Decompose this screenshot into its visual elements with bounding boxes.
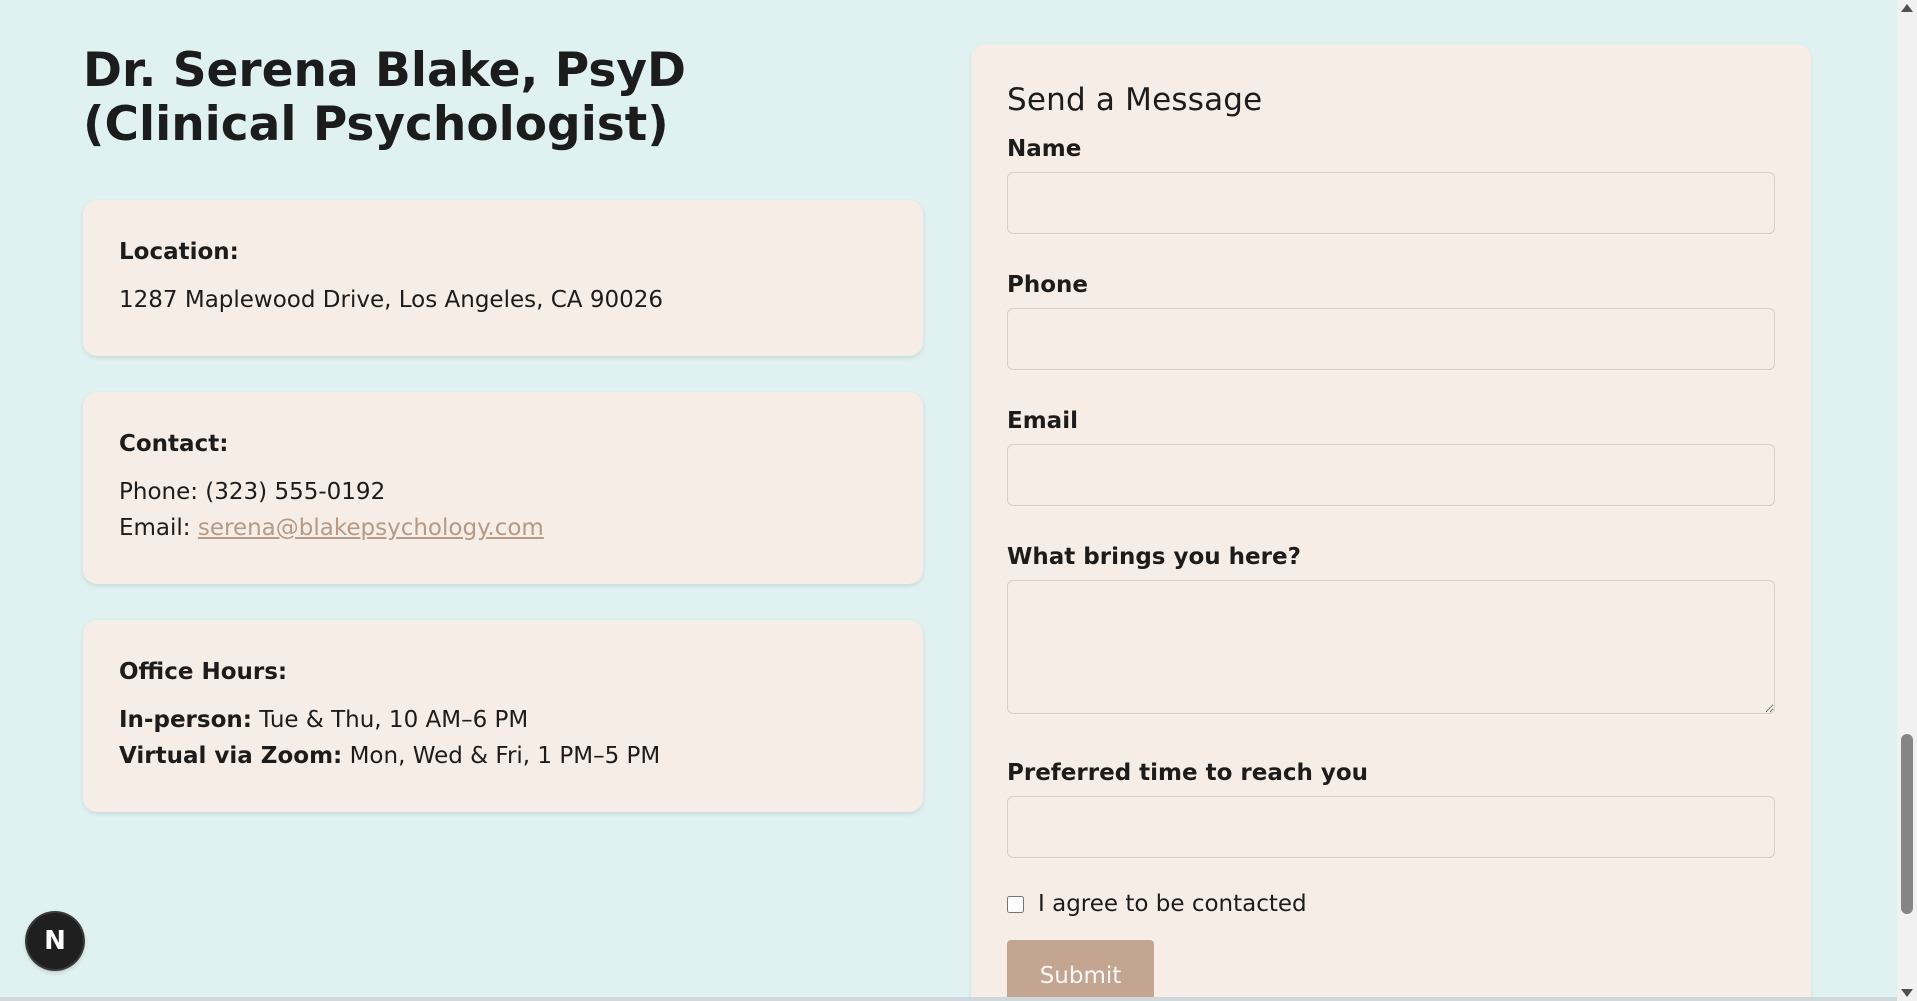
preferred-time-input[interactable] bbox=[1007, 796, 1775, 858]
reason-label: What brings you here? bbox=[1007, 544, 1301, 570]
office-hours-card: Office Hours: In-person: Tue & Thu, 10 A… bbox=[83, 620, 923, 812]
scroll-up-arrow-icon[interactable] bbox=[1901, 4, 1913, 12]
hours-inperson-value: Tue & Thu, 10 AM–6 PM bbox=[251, 707, 529, 733]
page: Dr. Serena Blake, PsyD (Clinical Psychol… bbox=[0, 0, 1917, 1001]
window-bottom-edge bbox=[0, 997, 1897, 1001]
hours-inperson: In-person: Tue & Thu, 10 AM–6 PM bbox=[119, 702, 887, 738]
email-label: Email bbox=[1007, 408, 1078, 434]
page-title: Dr. Serena Blake, PsyD (Clinical Psychol… bbox=[83, 43, 687, 152]
location-address: 1287 Maplewood Drive, Los Angeles, CA 90… bbox=[119, 287, 663, 313]
hours-virtual-label: Virtual via Zoom: bbox=[119, 743, 343, 769]
office-hours-heading: Office Hours: bbox=[119, 659, 288, 685]
contact-email-line: Email: serena@blakepsychology.com bbox=[119, 510, 887, 546]
phone-label: Phone bbox=[1007, 272, 1089, 298]
hours-virtual-value: Mon, Wed & Fri, 1 PM–5 PM bbox=[342, 743, 661, 769]
contact-email-prefix: Email: bbox=[119, 515, 198, 541]
submit-button[interactable]: Submit bbox=[1007, 940, 1154, 1001]
contact-card: Contact: Phone: (323) 555-0192 Email: se… bbox=[83, 392, 923, 584]
hours-virtual: Virtual via Zoom: Mon, Wed & Fri, 1 PM–5… bbox=[119, 738, 887, 774]
location-heading: Location: bbox=[119, 239, 239, 265]
preferred-time-label: Preferred time to reach you bbox=[1007, 760, 1369, 786]
scrollbar-thumb[interactable] bbox=[1901, 734, 1913, 914]
hours-inperson-label: In-person: bbox=[119, 707, 252, 733]
agree-label: I agree to be contacted bbox=[1038, 891, 1307, 917]
vertical-scrollbar[interactable] bbox=[1897, 0, 1917, 1001]
agree-row: I agree to be contacted bbox=[1007, 888, 1775, 920]
name-label: Name bbox=[1007, 136, 1082, 162]
info-column: Dr. Serena Blake, PsyD (Clinical Psychol… bbox=[83, 43, 923, 812]
contact-phone: Phone: (323) 555-0192 bbox=[119, 479, 386, 505]
email-input[interactable] bbox=[1007, 444, 1775, 506]
reason-textarea[interactable] bbox=[1007, 580, 1775, 714]
name-input[interactable] bbox=[1007, 172, 1775, 234]
scroll-down-arrow-icon[interactable] bbox=[1901, 989, 1913, 997]
agree-checkbox[interactable] bbox=[1007, 895, 1024, 913]
message-form-panel: Send a Message Name Phone Email What bri… bbox=[971, 44, 1811, 1001]
nextjs-icon[interactable]: N bbox=[27, 913, 83, 969]
phone-input[interactable] bbox=[1007, 308, 1775, 370]
contact-heading: Contact: bbox=[119, 431, 229, 457]
contact-email-link[interactable]: serena@blakepsychology.com bbox=[198, 515, 544, 541]
location-card: Location: 1287 Maplewood Drive, Los Ange… bbox=[83, 200, 923, 356]
form-title: Send a Message bbox=[1007, 82, 1263, 118]
